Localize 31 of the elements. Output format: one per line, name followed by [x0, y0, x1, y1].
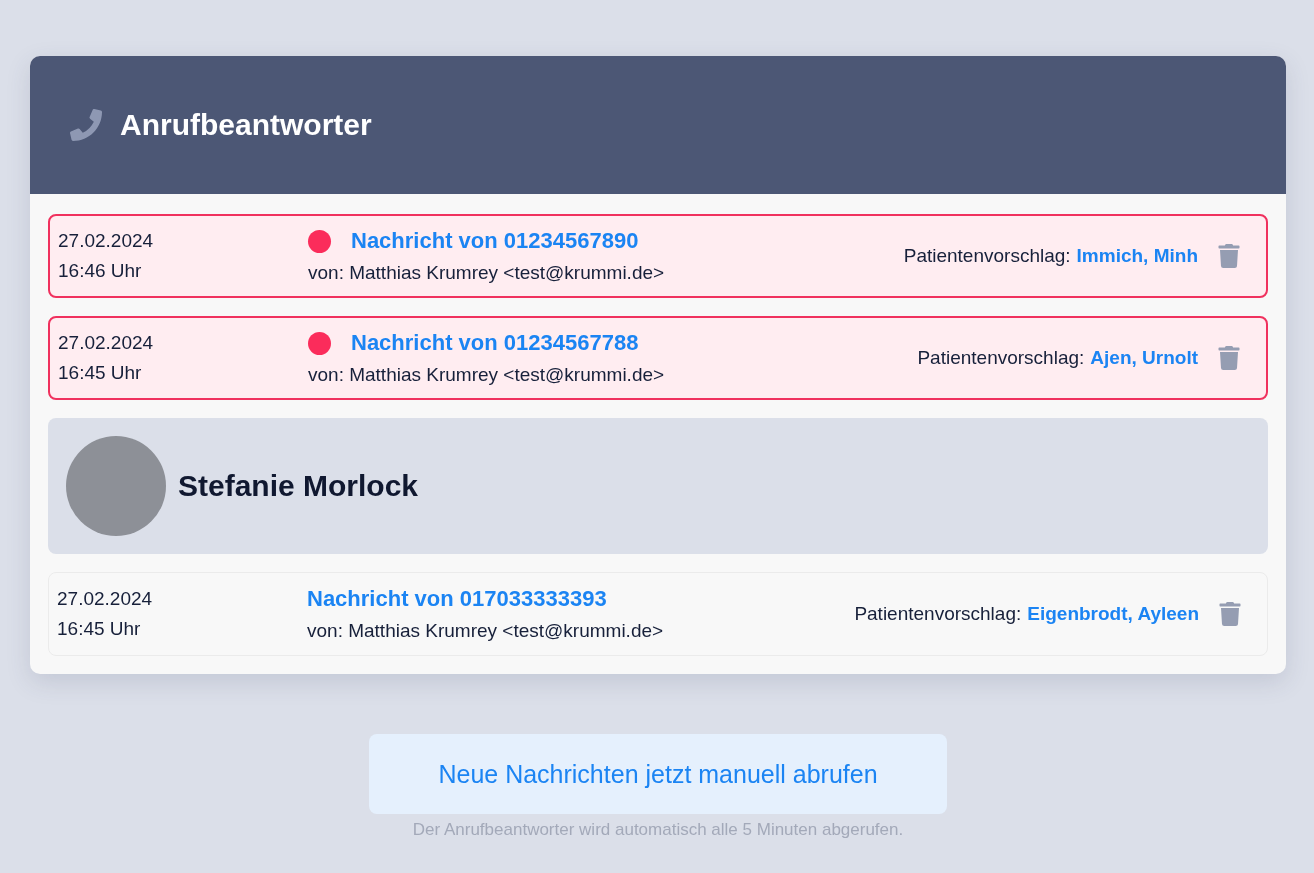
sender-text: von: Matthias Krumrey <test@krummi.de> — [308, 364, 666, 386]
message-title[interactable]: Nachricht von 017033333393 — [307, 586, 607, 612]
message-date: 27.02.2024 — [58, 230, 155, 252]
sender-text: von: Matthias Krumrey <test@krummi.de> — [307, 620, 665, 642]
hint-text: Der Anrufbeantworter wird automatisch alle 5 Minuten abgerufen. — [412, 820, 904, 840]
message-time: 16:45 Uhr — [57, 618, 142, 640]
message-time: 16:46 Uhr — [58, 260, 143, 282]
message-row[interactable]: 27.02.2024 16:45 Uhr Nachricht von 017033333393 von: Matthias Krumrey <test@krummi.de> Patientenvorschlag: Eigenbrodt, Ayleen — [48, 572, 1268, 656]
patient-label: Patientenvorschlag: — [917, 347, 1085, 369]
message-title[interactable]: Nachricht von 01234567890 — [351, 228, 639, 254]
patient-label: Patientenvorschlag: — [854, 603, 1022, 625]
message-row[interactable]: 27.02.2024 16:46 Uhr Nachricht von 01234567890 von: Matthias Krumrey <test@krummi.de> Patientenvorschlag: Immich, Minh — [48, 214, 1268, 298]
patient-link[interactable]: Ajen, Urnolt — [1090, 347, 1198, 369]
message-date: 27.02.2024 — [57, 588, 154, 610]
trash-icon[interactable] — [1219, 602, 1241, 626]
message-date: 27.02.2024 — [58, 332, 155, 354]
trash-icon[interactable] — [1218, 244, 1240, 268]
phone-icon — [70, 109, 102, 141]
unread-dot — [308, 331, 331, 355]
fetch-messages-button[interactable]: Neue Nachrichten jetzt manuell abrufen — [369, 734, 947, 814]
panel-title: Anrufbeantworter — [120, 108, 372, 142]
patient-label: Patientenvorschlag: — [903, 245, 1071, 267]
message-row[interactable]: 27.02.2024 16:45 Uhr Nachricht von 01234567788 von: Matthias Krumrey <test@krummi.de> Patientenvorschlag: Ajen, Urnolt — [48, 316, 1268, 400]
message-time: 16:45 Uhr — [58, 362, 143, 384]
patient-link[interactable]: Immich, Minh — [1076, 245, 1198, 267]
sender-text: von: Matthias Krumrey <test@krummi.de> — [308, 262, 666, 284]
unread-dot — [308, 229, 331, 253]
contact-name: Stefanie Morlock — [178, 469, 419, 503]
trash-icon[interactable] — [1218, 346, 1240, 370]
patient-link[interactable]: Eigenbrodt, Ayleen — [1027, 603, 1199, 625]
message-title[interactable]: Nachricht von 01234567788 — [351, 330, 639, 356]
